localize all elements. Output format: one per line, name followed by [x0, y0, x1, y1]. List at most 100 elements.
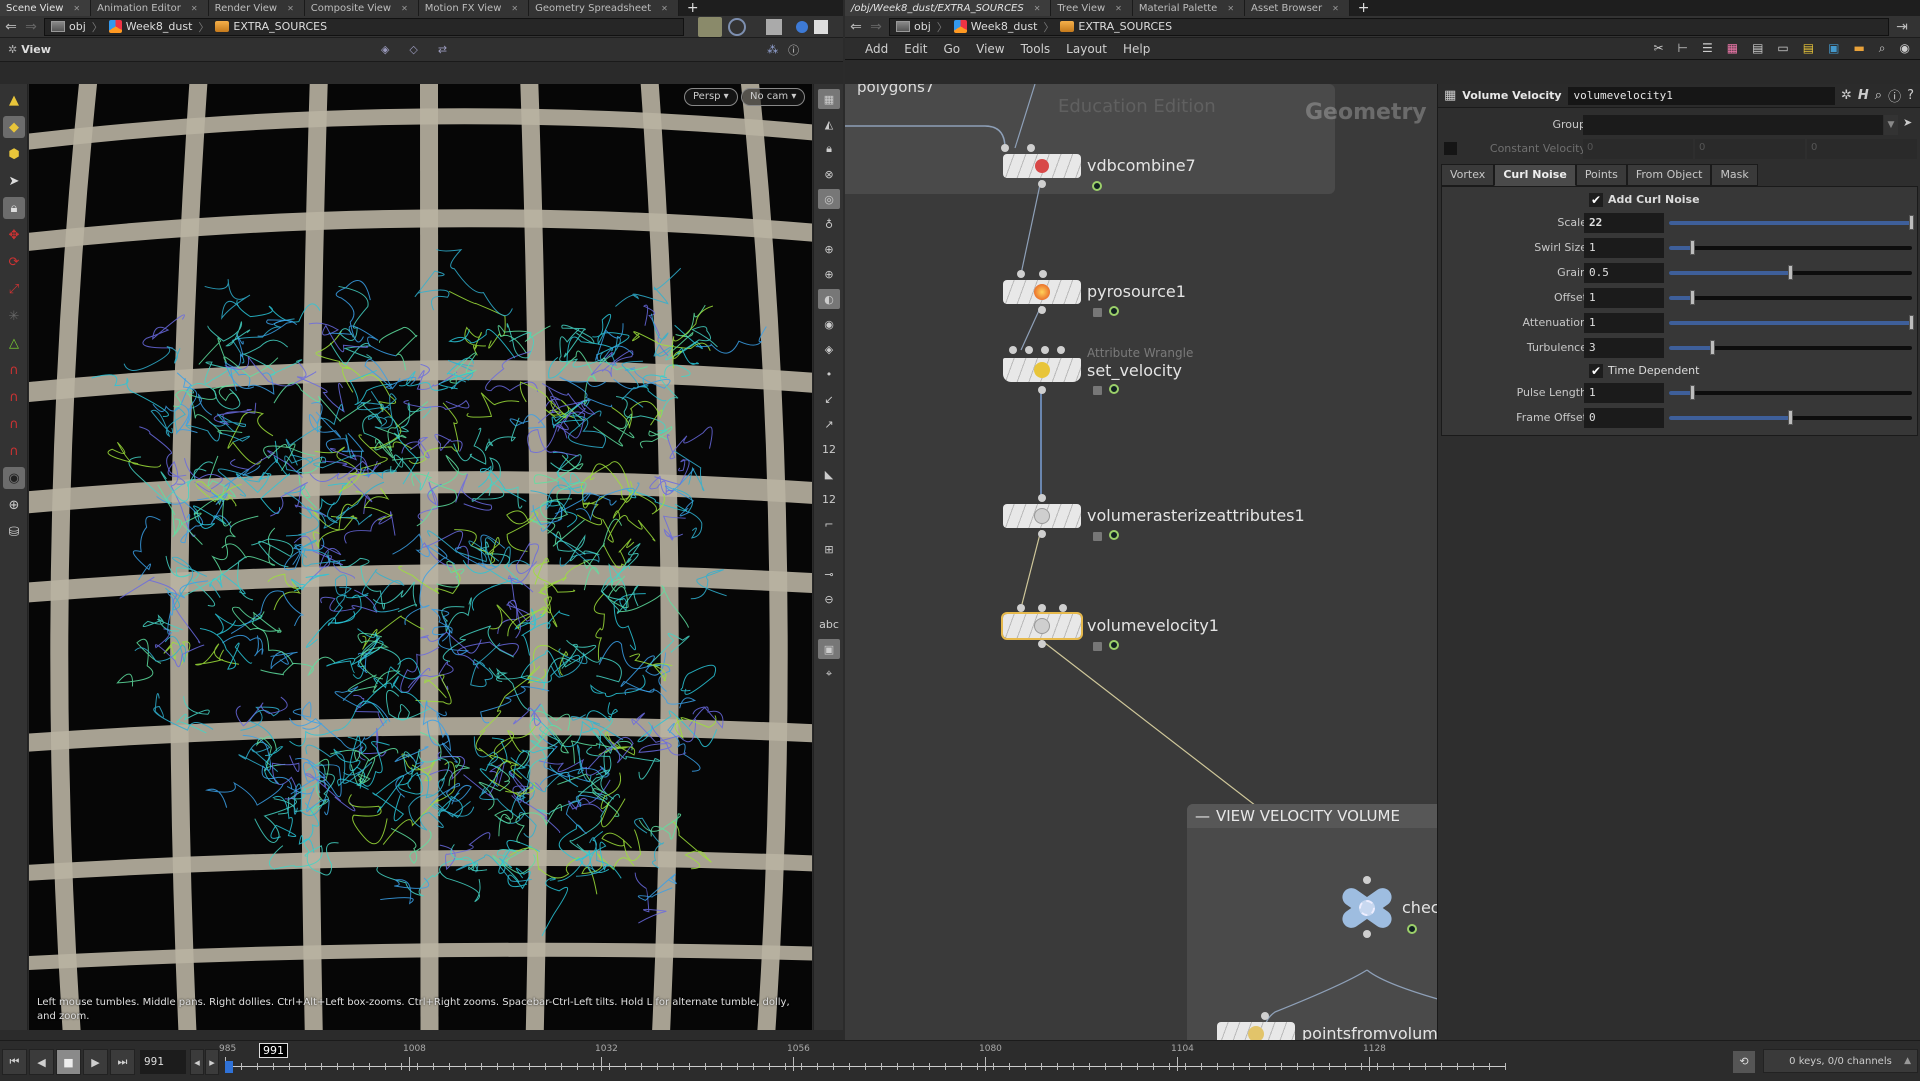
- menu-view[interactable]: View: [976, 42, 1004, 56]
- time-dependent-checkbox[interactable]: ✔: [1589, 364, 1603, 378]
- snap-curve-icon[interactable]: ∩: [3, 386, 25, 408]
- list-icon[interactable]: ☰: [1702, 41, 1713, 56]
- tab-animation-editor[interactable]: Animation Editor ✕: [91, 0, 209, 16]
- crumb-extra-sources[interactable]: EXTRA_SOURCES: [215, 20, 327, 33]
- transform-icon[interactable]: ⇄: [438, 43, 447, 56]
- forward-arrow-icon[interactable]: ⇒: [24, 19, 38, 35]
- network-box-icon[interactable]: ▭: [1777, 41, 1788, 56]
- tab-material-palette[interactable]: Material Palette ✕: [1132, 0, 1246, 16]
- param-slider[interactable]: [1669, 410, 1912, 425]
- play-button[interactable]: ▶: [83, 1049, 108, 1075]
- background-image-icon[interactable]: ▣: [818, 639, 840, 659]
- close-icon[interactable]: ✕: [1034, 4, 1041, 13]
- select-object-icon[interactable]: ▲: [3, 89, 25, 111]
- param-slider[interactable]: [1669, 340, 1912, 355]
- tab-points[interactable]: Points: [1575, 164, 1627, 186]
- slider-handle[interactable]: [1909, 215, 1914, 230]
- lock-icon[interactable]: 🔒︎: [3, 197, 25, 219]
- add-curl-noise-checkbox[interactable]: ✔: [1589, 193, 1603, 207]
- constant-velocity-y[interactable]: 0: [1695, 139, 1805, 159]
- crumb-obj[interactable]: obj: [896, 20, 931, 33]
- wireframe-icon[interactable]: ◎: [818, 189, 840, 209]
- link-icon[interactable]: [728, 17, 746, 36]
- tab-curl-noise[interactable]: Curl Noise: [1494, 164, 1576, 186]
- rotate-icon[interactable]: ⟳: [3, 251, 25, 273]
- shading-icon[interactable]: ◐: [818, 289, 840, 309]
- tree-icon[interactable]: ⊢: [1678, 41, 1688, 56]
- range-start-marker[interactable]: [225, 1061, 233, 1073]
- back-arrow-icon[interactable]: ⇐: [4, 19, 18, 35]
- subnet-icon[interactable]: ▬: [1853, 41, 1864, 56]
- forward-arrow-icon[interactable]: ⇒: [869, 19, 883, 35]
- crumb-week8-dust[interactable]: Week8_dust: [108, 20, 192, 33]
- all-lights-icon[interactable]: ⊕: [818, 264, 840, 284]
- camera-menu[interactable]: Persp ▾: [684, 88, 738, 106]
- close-icon[interactable]: ✕: [287, 4, 294, 13]
- select-arrow-icon[interactable]: ➤: [3, 170, 25, 192]
- houdini-help-icon[interactable]: H: [1858, 88, 1869, 103]
- constant-velocity-x[interactable]: 0: [1583, 139, 1693, 159]
- menu-add[interactable]: Add: [865, 42, 888, 56]
- uv-icon[interactable]: ⊞: [818, 539, 840, 559]
- close-icon[interactable]: ✕: [1332, 4, 1339, 13]
- slider-handle[interactable]: [1690, 385, 1696, 400]
- close-icon[interactable]: ✕: [401, 4, 408, 13]
- pose-icon[interactable]: ✳: [3, 305, 25, 327]
- slider-handle[interactable]: [1909, 315, 1914, 330]
- param-slider[interactable]: [1669, 315, 1914, 330]
- menu-edit[interactable]: Edit: [904, 42, 927, 56]
- headlight-icon[interactable]: ⊕: [818, 239, 840, 259]
- tab-geometry-spreadsheet[interactable]: Geometry Spreadsheet ✕: [529, 0, 679, 16]
- search-icon[interactable]: ⌕: [1879, 41, 1886, 56]
- point-velocity-icon[interactable]: ↗: [818, 414, 840, 434]
- realtime-toggle-icon[interactable]: ⟲: [1733, 1051, 1755, 1073]
- volume-velocity-icon[interactable]: ▦: [1444, 88, 1456, 103]
- close-icon[interactable]: ✕: [1227, 4, 1234, 13]
- background-icon[interactable]: [814, 19, 828, 34]
- snapping-icon[interactable]: ◈: [381, 43, 389, 56]
- tab-from-object[interactable]: From Object: [1626, 164, 1712, 186]
- param-slider[interactable]: [1669, 240, 1912, 255]
- close-icon[interactable]: ✕: [73, 4, 80, 13]
- node-name-field[interactable]: volumevelocity1: [1567, 86, 1835, 105]
- hull-icon[interactable]: ⌐: [818, 514, 840, 534]
- profile-icon[interactable]: ⊖: [818, 589, 840, 609]
- tab-mask[interactable]: Mask: [1711, 164, 1758, 186]
- color-palette-icon[interactable]: ▦: [1727, 41, 1738, 56]
- light-icon[interactable]: ♁: [818, 214, 840, 234]
- snap-grid-icon[interactable]: ∩: [3, 359, 25, 381]
- current-frame-field[interactable]: 991: [140, 1050, 186, 1074]
- tab-tree-view[interactable]: Tree View ✕: [1051, 0, 1133, 16]
- param-value-field[interactable]: 1: [1584, 238, 1664, 258]
- jump-end-button[interactable]: ⏭: [110, 1049, 135, 1075]
- lighting-icon[interactable]: [796, 20, 808, 33]
- move-icon[interactable]: ✥: [3, 224, 25, 246]
- lock-camera-icon[interactable]: 🔒︎: [818, 139, 840, 159]
- add-tab-icon[interactable]: +: [679, 0, 707, 16]
- keys-status[interactable]: 0 keys, 0/0 channels ▲: [1763, 1049, 1918, 1073]
- info-icon[interactable]: ⓘ: [1888, 86, 1901, 105]
- point-display-icon[interactable]: •: [818, 364, 840, 384]
- slider-handle[interactable]: [1690, 290, 1696, 305]
- ghost-icon[interactable]: ◭: [818, 114, 840, 134]
- param-value-field[interactable]: 3: [1584, 338, 1664, 358]
- next-key-button[interactable]: ▸: [205, 1049, 219, 1075]
- jump-start-button[interactable]: ⏮: [2, 1049, 27, 1075]
- view-camera-icon[interactable]: ⊕: [3, 494, 25, 516]
- tab-scene-view[interactable]: Scene View ✕: [0, 0, 92, 16]
- node-pointsfromvolume1[interactable]: [1217, 1022, 1295, 1040]
- eye-icon[interactable]: ◉: [818, 314, 840, 334]
- viewport-layout-icon[interactable]: ⁂: [767, 43, 778, 56]
- node-check-volume[interactable]: [1338, 884, 1396, 932]
- eye-icon[interactable]: ◉: [1900, 41, 1910, 56]
- render-region-icon[interactable]: ⛁: [3, 521, 25, 543]
- slider-handle[interactable]: [1709, 340, 1715, 355]
- menu-layout[interactable]: Layout: [1066, 42, 1107, 56]
- param-slider[interactable]: [1669, 215, 1914, 230]
- input-port[interactable]: [1261, 1012, 1269, 1020]
- background-image-icon[interactable]: ▣: [1828, 41, 1839, 56]
- group-dropdown-icon[interactable]: ▼: [1884, 115, 1898, 135]
- snap-point-icon[interactable]: ∩: [3, 413, 25, 435]
- close-icon[interactable]: ✕: [1115, 4, 1122, 13]
- prev-key-button[interactable]: ◂: [190, 1049, 204, 1075]
